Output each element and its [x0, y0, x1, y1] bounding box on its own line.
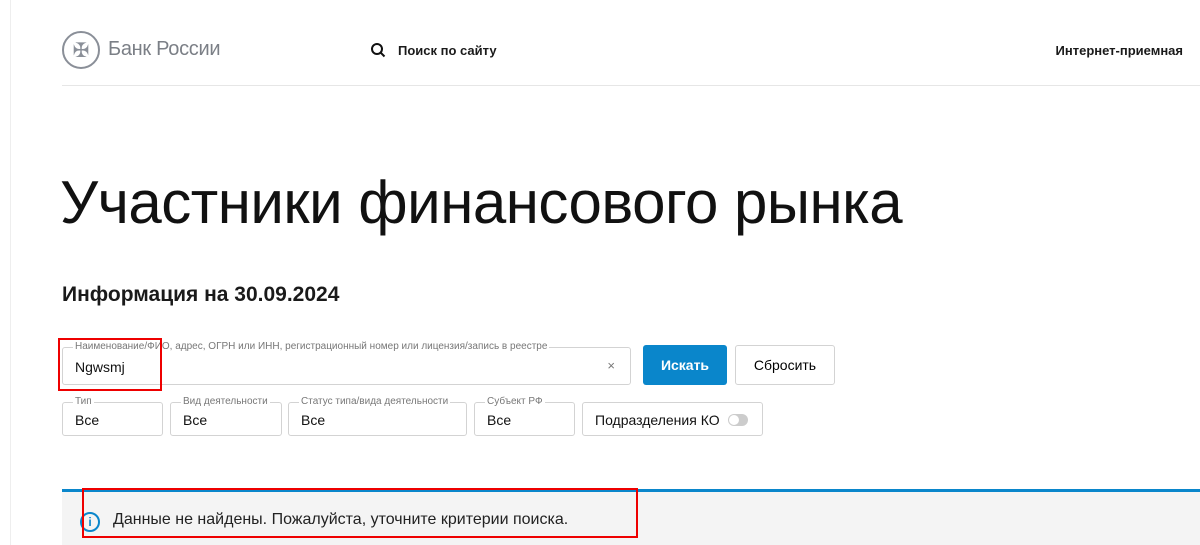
search-input-label: Наименование/ФИО, адрес, ОГРН или ИНН, р…: [73, 341, 550, 352]
search-input-value[interactable]: Ngwsmj: [75, 359, 125, 375]
search-button[interactable]: Искать: [643, 345, 727, 385]
toggle-switch[interactable]: [728, 414, 748, 426]
site-search-link[interactable]: Поиск по сайту: [398, 43, 497, 58]
filter-type[interactable]: Тип Все: [62, 396, 163, 436]
filter-value: Все: [487, 412, 512, 428]
toggle-label: Подразделения КО: [595, 412, 720, 428]
alert-message: Данные не найдены. Пожалуйста, уточните …: [113, 511, 569, 528]
search-input[interactable]: Наименование/ФИО, адрес, ОГРН или ИНН, р…: [62, 341, 631, 385]
filter-value: Все: [301, 412, 326, 428]
clear-icon[interactable]: ×: [607, 358, 615, 373]
filter-label: Тип: [73, 396, 94, 407]
filter-label: Статус типа/вида деятельности: [299, 396, 451, 407]
bank-emblem-icon[interactable]: ✠: [62, 31, 100, 69]
filter-status[interactable]: Статус типа/вида деятельности Все: [288, 396, 467, 436]
filter-region[interactable]: Субъект РФ Все: [474, 396, 575, 436]
branches-toggle[interactable]: Подразделения КО: [582, 402, 763, 436]
filter-label: Субъект РФ: [485, 396, 545, 407]
filter-value: Все: [183, 412, 208, 428]
page-title: Участники финансового рынка: [60, 169, 903, 236]
filter-activity[interactable]: Вид деятельности Все: [170, 396, 282, 436]
header-divider: [62, 85, 1200, 86]
info-icon: i: [80, 512, 100, 532]
logo-text[interactable]: Банк России: [108, 38, 221, 61]
reception-link[interactable]: Интернет-приемная: [1056, 43, 1183, 58]
filter-label: Вид деятельности: [181, 396, 270, 407]
filter-value: Все: [75, 412, 100, 428]
reset-button[interactable]: Сбросить: [735, 345, 835, 385]
info-date-heading: Информация на 30.09.2024: [62, 283, 340, 306]
page-edge: [10, 0, 11, 545]
search-icon[interactable]: [370, 42, 386, 58]
